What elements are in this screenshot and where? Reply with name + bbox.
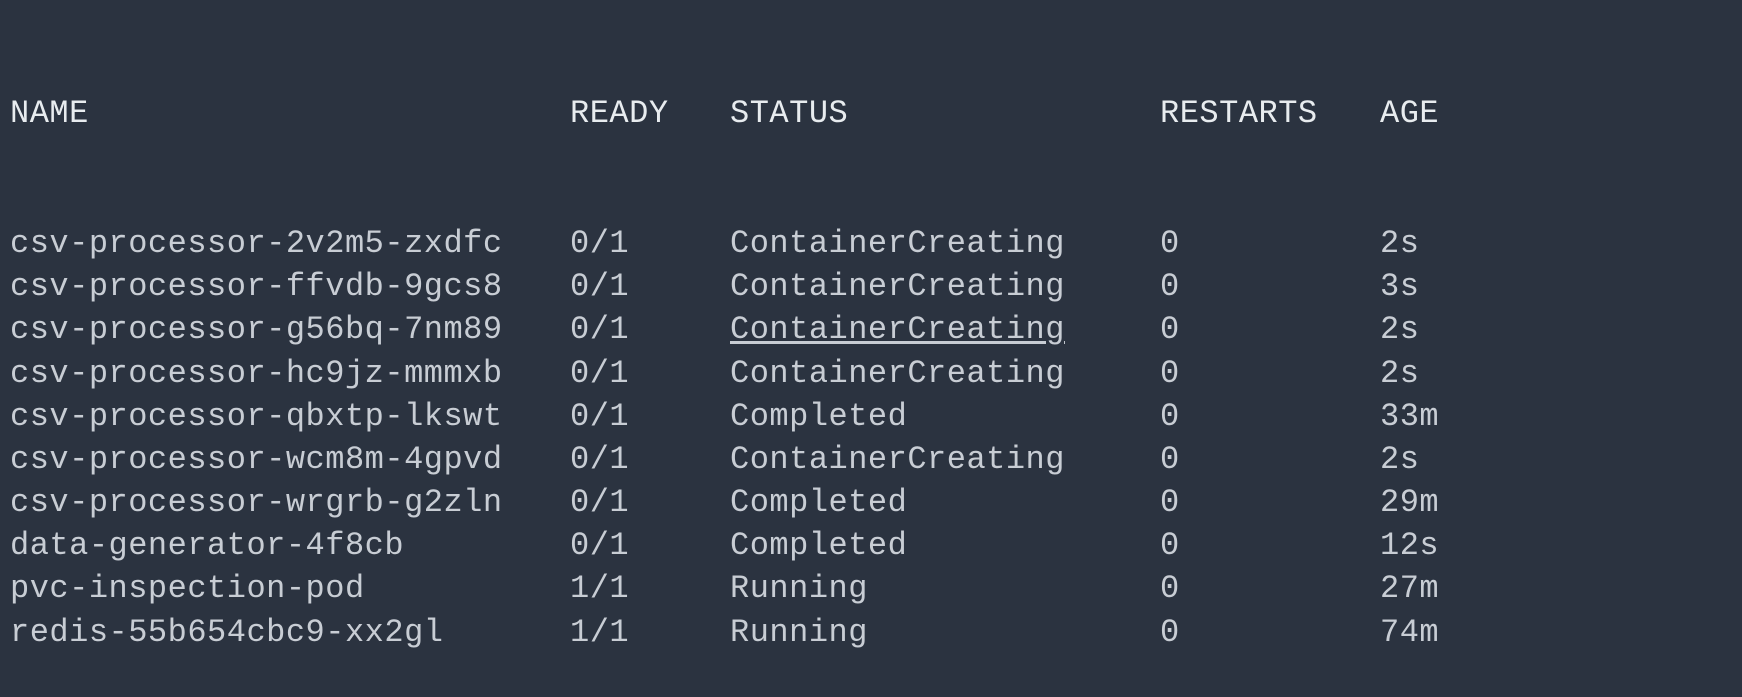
pod-status: Completed (730, 524, 1160, 567)
pod-ready: 0/1 (570, 395, 730, 438)
table-row: csv-processor-wcm8m-4gpvd0/1ContainerCre… (10, 438, 1732, 481)
pod-status: Running (730, 611, 1160, 654)
pod-ready: 1/1 (570, 611, 730, 654)
pod-restarts: 0 (1160, 611, 1380, 654)
pod-status: ContainerCreating (730, 222, 1160, 265)
header-age: AGE (1380, 92, 1439, 135)
pod-name: csv-processor-ffvdb-9gcs8 (10, 265, 570, 308)
pod-name: csv-processor-hc9jz-mmmxb (10, 352, 570, 395)
pod-age: 29m (1380, 481, 1439, 524)
pod-name: csv-processor-2v2m5-zxdfc (10, 222, 570, 265)
table-row: csv-processor-2v2m5-zxdfc0/1ContainerCre… (10, 222, 1732, 265)
table-row: data-generator-4f8cb0/1Completed012s (10, 524, 1732, 567)
pod-name: redis-55b654cbc9-xx2gl (10, 611, 570, 654)
pod-name: csv-processor-wcm8m-4gpvd (10, 438, 570, 481)
pod-restarts: 0 (1160, 395, 1380, 438)
pod-ready: 0/1 (570, 222, 730, 265)
pod-ready: 0/1 (570, 352, 730, 395)
table-row: pvc-inspection-pod1/1Running027m (10, 567, 1732, 610)
pod-status: ContainerCreating (730, 352, 1160, 395)
pod-ready: 0/1 (570, 265, 730, 308)
header-status: STATUS (730, 92, 1160, 135)
pod-ready: 0/1 (570, 308, 730, 351)
pod-status: ContainerCreating (730, 308, 1160, 351)
table-row: csv-processor-g56bq-7nm890/1ContainerCre… (10, 308, 1732, 351)
pod-name: csv-processor-g56bq-7nm89 (10, 308, 570, 351)
pod-restarts: 0 (1160, 567, 1380, 610)
header-restarts: RESTARTS (1160, 92, 1380, 135)
pod-name: csv-processor-qbxtp-lkswt (10, 395, 570, 438)
pod-restarts: 0 (1160, 524, 1380, 567)
pod-age: 2s (1380, 352, 1419, 395)
pod-ready: 0/1 (570, 438, 730, 481)
pod-restarts: 0 (1160, 308, 1380, 351)
pod-ready: 1/1 (570, 567, 730, 610)
pod-age: 27m (1380, 567, 1439, 610)
pod-status: ContainerCreating (730, 265, 1160, 308)
pod-status: Completed (730, 395, 1160, 438)
pod-age: 74m (1380, 611, 1439, 654)
header-ready: READY (570, 92, 730, 135)
pod-age: 2s (1380, 308, 1419, 351)
pod-age: 33m (1380, 395, 1439, 438)
header-name: NAME (10, 92, 570, 135)
pod-restarts: 0 (1160, 438, 1380, 481)
pod-status: Running (730, 567, 1160, 610)
pod-restarts: 0 (1160, 222, 1380, 265)
pod-restarts: 0 (1160, 352, 1380, 395)
table-body: csv-processor-2v2m5-zxdfc0/1ContainerCre… (10, 222, 1732, 654)
pod-age: 2s (1380, 222, 1419, 265)
table-header-row: NAMEREADYSTATUSRESTARTSAGE (10, 92, 1732, 135)
pod-status: ContainerCreating (730, 438, 1160, 481)
table-row: csv-processor-ffvdb-9gcs80/1ContainerCre… (10, 265, 1732, 308)
pod-name: data-generator-4f8cb (10, 524, 570, 567)
table-row: csv-processor-qbxtp-lkswt0/1Completed033… (10, 395, 1732, 438)
pod-age: 3s (1380, 265, 1419, 308)
table-row: csv-processor-hc9jz-mmmxb0/1ContainerCre… (10, 352, 1732, 395)
pod-name: csv-processor-wrgrb-g2zln (10, 481, 570, 524)
pod-status: Completed (730, 481, 1160, 524)
pod-restarts: 0 (1160, 265, 1380, 308)
pod-name: pvc-inspection-pod (10, 567, 570, 610)
table-row: csv-processor-wrgrb-g2zln0/1Completed029… (10, 481, 1732, 524)
pod-age: 12s (1380, 524, 1439, 567)
table-row: redis-55b654cbc9-xx2gl1/1Running074m (10, 611, 1732, 654)
pod-age: 2s (1380, 438, 1419, 481)
kubectl-get-pods-output: NAMEREADYSTATUSRESTARTSAGE csv-processor… (10, 6, 1732, 697)
pod-restarts: 0 (1160, 481, 1380, 524)
pod-ready: 0/1 (570, 481, 730, 524)
pod-ready: 0/1 (570, 524, 730, 567)
